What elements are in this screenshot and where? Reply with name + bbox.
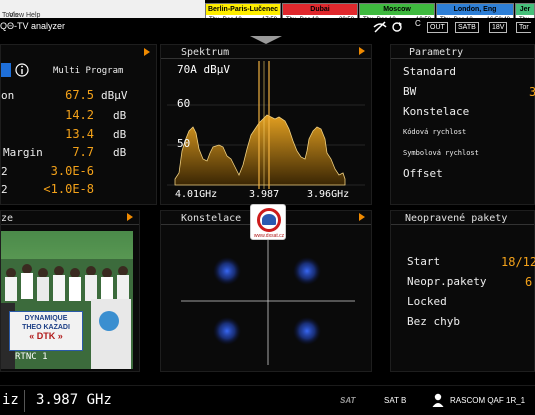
panel-expand-arrow[interactable]: [359, 47, 365, 55]
clock-city: London, Eng: [437, 4, 513, 15]
signal-row-label: on: [1, 89, 15, 102]
x-stop-label: 3.96GHz: [307, 189, 349, 200]
signal-row-value: 13.4: [65, 127, 94, 141]
constellation-point: [213, 317, 241, 345]
spectrum-chart[interactable]: 70A dBµV 60 50 4.01GHz 3.987 3.96GHz: [167, 61, 365, 201]
channel-overlay: RTNC 1: [15, 352, 48, 362]
panel-expand-arrow[interactable]: [359, 213, 365, 221]
signal-row-unit: dB: [113, 109, 127, 122]
status-out: OUT: [427, 22, 448, 33]
no-signal-icon: [373, 21, 387, 33]
satellite-name[interactable]: RASCOM QAF 1R_1: [450, 396, 525, 405]
signal-row-value: 14.2: [65, 108, 94, 122]
banner-line: THEO KAZADI: [22, 324, 70, 331]
param-label: BW: [403, 85, 417, 98]
errors-header: Neopravené pakety: [391, 211, 534, 225]
signal-row-value: 7.7: [72, 145, 94, 159]
clock-city: Berlin-Paris-Lučenec: [206, 4, 280, 15]
param-label: Offset: [403, 167, 443, 180]
bottom-bar: iz 3.987 GHz SAT SAT B RASCOM QAF 1R_1: [0, 385, 535, 415]
constellation-point: [293, 317, 321, 345]
sat-logo: SAT: [340, 396, 356, 405]
signal-row-value: 67.5: [65, 88, 94, 102]
divider: [24, 390, 25, 412]
param-value: 3: [529, 85, 535, 99]
left-fragment: iz: [2, 392, 19, 408]
video-panel: ze DYNAMIQUE THEO KAZADI « DTK » RTNC 1: [0, 210, 140, 372]
status-tone: Tor: [516, 22, 531, 33]
constellation-point: [213, 257, 241, 285]
parameters-panel: Parametry Standard BW 3 Konstelace Kódov…: [390, 44, 535, 205]
video-preview[interactable]: DYNAMIQUE THEO KAZADI « DTK » RTNC 1: [1, 231, 133, 369]
y-tick-label: 50: [177, 137, 190, 150]
signal-row-unit: dB: [113, 128, 127, 141]
banner-line: DYNAMIQUE: [24, 315, 68, 322]
errors-title: Neopravené pakety: [405, 213, 508, 224]
refresh-icon[interactable]: [391, 21, 403, 33]
chevron-down-icon[interactable]: [250, 36, 282, 44]
menu-bar: Tools View Help: [0, 0, 205, 19]
lnb-label[interactable]: SAT B: [384, 396, 406, 405]
user-icon: [432, 393, 444, 407]
app-title: QΘ-TV analyzer: [0, 21, 66, 31]
signal-panel: Multi Program on 67.5 dBµV 14.2 dB 13.4 …: [0, 44, 157, 205]
signal-row-value: 3.0E-6: [50, 164, 94, 178]
status-c: C: [415, 19, 421, 28]
info-icon[interactable]: [15, 63, 29, 77]
panel-expand-arrow[interactable]: [127, 213, 133, 221]
parameters-title: Parametry: [409, 47, 464, 58]
errors-label: Start: [407, 255, 441, 268]
x-center-label: 3.987: [249, 189, 279, 200]
signal-row-unit: dB: [113, 146, 127, 159]
param-label: Standard: [403, 65, 456, 78]
param-label: Konstelace: [403, 105, 470, 118]
spectrum-panel: Spektrum 70A dBµV 60 50 4.01GHz 3.987 3.…: [160, 44, 372, 205]
clock-city: Moscow: [360, 4, 434, 15]
x-start-label: 4.01GHz: [175, 189, 217, 200]
tab-marker: [1, 63, 11, 77]
video-header: ze: [1, 211, 139, 225]
signal-row-label: 2: [1, 183, 8, 196]
constellation-point: [293, 257, 321, 285]
constellation-chart[interactable]: [161, 225, 373, 371]
panel-expand-arrow[interactable]: [144, 48, 150, 56]
dxsat-logo: www.dxsat.cz: [250, 204, 286, 240]
errors-value: 6: [525, 275, 533, 289]
signal-row-label: 2: [1, 165, 8, 178]
signal-row-value: <1.0E-8: [43, 182, 94, 196]
param-label: Kódová rychlost: [403, 128, 467, 136]
tuned-frequency[interactable]: 3.987 GHz: [36, 392, 112, 408]
constellation-title: Konstelace: [181, 213, 242, 224]
errors-value: 18/12: [501, 255, 535, 269]
banner-line: « DTK »: [29, 331, 63, 341]
param-label: Symbolová rychlost: [403, 149, 479, 157]
status-voltage: 18V: [489, 22, 508, 33]
ref-level-label: 70A dBµV: [177, 63, 230, 76]
signal-row-unit: dBµV: [101, 89, 128, 102]
video-title: ze: [1, 213, 14, 224]
errors-label: Bez chyb: [407, 315, 460, 328]
y-tick-label: 60: [177, 97, 190, 110]
errors-panel: Neopravené pakety Start 18/12 Neopr.pake…: [390, 210, 535, 372]
spectrum-title: Spektrum: [181, 47, 230, 58]
event-banner: DYNAMIQUE THEO KAZADI « DTK »: [9, 311, 83, 351]
status-satb: SATB: [455, 22, 479, 33]
spectrum-header: Spektrum: [161, 45, 371, 59]
clock-city: Jer: [516, 4, 534, 15]
errors-label: Neopr.pakety: [407, 275, 487, 288]
parameters-header: Parametry: [391, 45, 534, 59]
mode-label: Multi Program: [53, 66, 124, 76]
errors-label: Locked: [407, 295, 447, 308]
logo-site-text: www.dxsat.cz: [253, 233, 285, 239]
signal-row-label: Margin: [3, 146, 43, 159]
spectrum-trace: [174, 114, 346, 186]
clock-city: Dubai: [283, 4, 357, 15]
